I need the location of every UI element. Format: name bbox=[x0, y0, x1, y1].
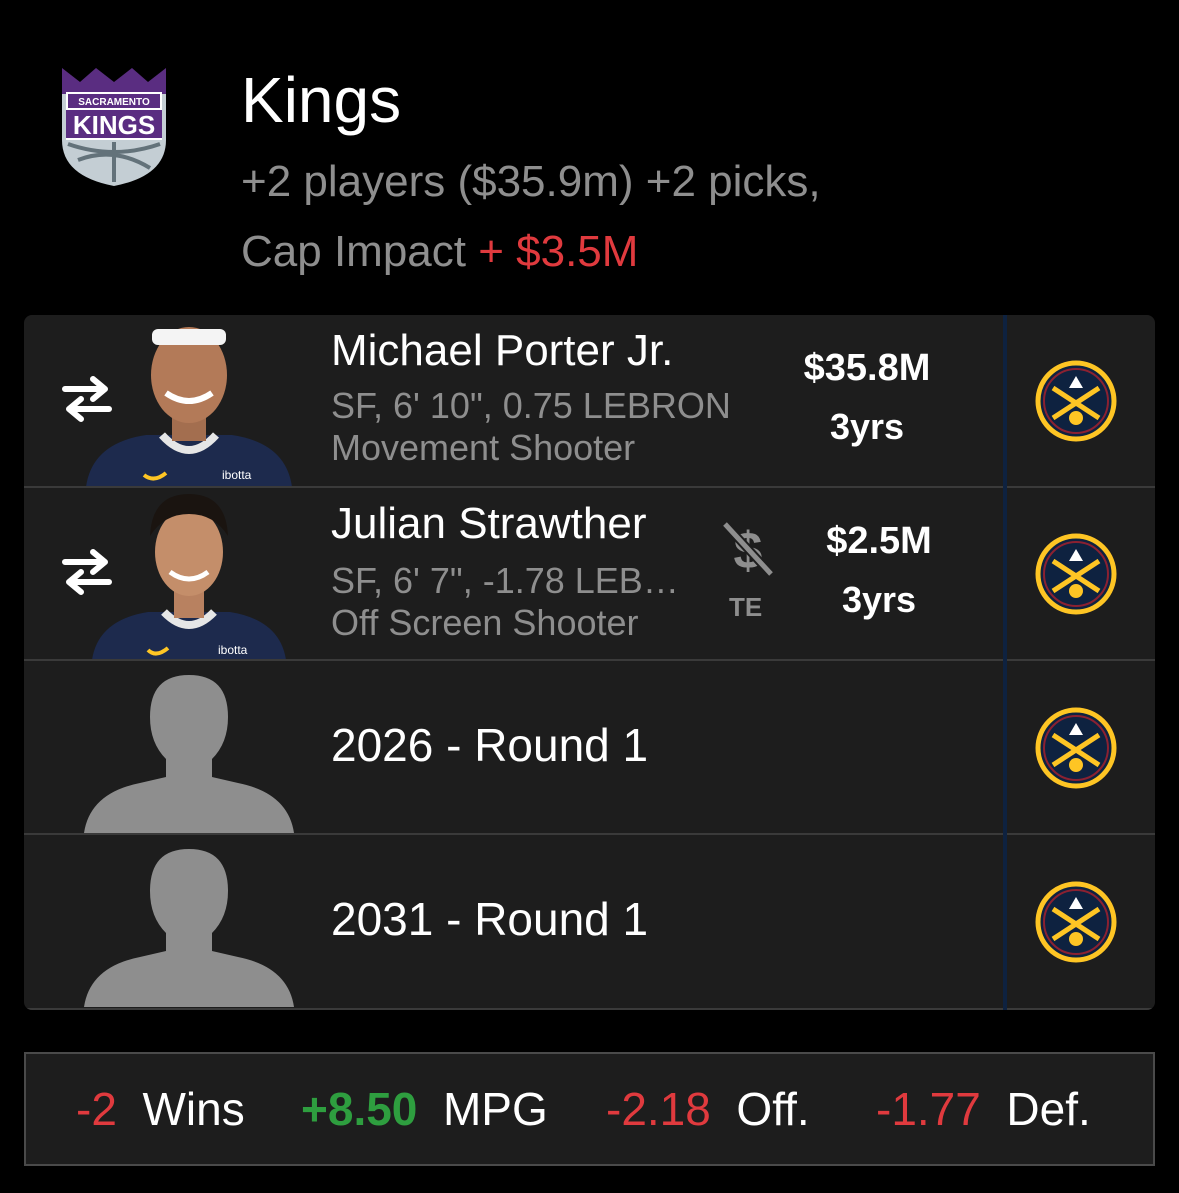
cap-impact-label: Cap Impact bbox=[241, 227, 479, 276]
denver-nuggets-logo bbox=[1035, 533, 1117, 615]
sacramento-kings-logo: SACRAMENTO KINGS bbox=[62, 68, 166, 186]
no-dollar-icon: $ bbox=[721, 520, 775, 580]
player-row[interactable]: ibotta Julian Strawther SF, 6' 7", -1.78… bbox=[24, 488, 1155, 660]
silhouette-icon bbox=[84, 675, 294, 833]
svg-text:KINGS: KINGS bbox=[73, 110, 155, 140]
off-stat: -2.18 Off. bbox=[606, 1082, 810, 1136]
player-row[interactable]: ibotta Michael Porter Jr. SF, 6' 10", 0.… bbox=[24, 315, 1155, 487]
svg-text:SACRAMENTO: SACRAMENTO bbox=[78, 97, 150, 108]
team-title: Kings bbox=[241, 64, 402, 136]
contract-years: 3yrs bbox=[829, 406, 905, 447]
wins-label: Wins bbox=[142, 1083, 245, 1135]
player-info: SF, 6' 7", -1.78 LEB… bbox=[331, 560, 679, 601]
denver-nuggets-logo bbox=[1035, 360, 1117, 442]
pick-row[interactable]: 2031 - Round 1 bbox=[24, 835, 1155, 1007]
player-role: Movement Shooter bbox=[331, 427, 636, 468]
player-info: SF, 6' 10", 0.75 LEBRON bbox=[331, 385, 731, 426]
te-label: TE bbox=[729, 592, 763, 622]
impact-stats-bar: -2 Wins +8.50 MPG -2.18 Off. -1.77 Def. bbox=[24, 1052, 1155, 1166]
trade-assets-list: ibotta Michael Porter Jr. SF, 6' 10", 0.… bbox=[24, 315, 1155, 1010]
wins-value: -2 bbox=[76, 1083, 117, 1135]
player-photo: ibotta bbox=[92, 494, 286, 660]
mpg-label: MPG bbox=[442, 1083, 548, 1135]
wins-stat: -2 Wins bbox=[76, 1082, 245, 1136]
pick-label[interactable]: 2026 - Round 1 bbox=[331, 717, 648, 773]
player-photo: ibotta bbox=[86, 327, 292, 487]
def-stat: -1.77 Def. bbox=[876, 1082, 1091, 1136]
pick-label[interactable]: 2031 - Round 1 bbox=[331, 891, 648, 947]
pick-row[interactable]: 2026 - Round 1 bbox=[24, 661, 1155, 833]
svg-text:ibotta: ibotta bbox=[222, 468, 252, 482]
svg-text:ibotta: ibotta bbox=[218, 643, 248, 657]
row-divider bbox=[24, 1008, 1155, 1010]
mpg-stat: +8.50 MPG bbox=[301, 1082, 548, 1136]
player-salary: $35.8M bbox=[803, 347, 931, 389]
player-role: Off Screen Shooter bbox=[331, 602, 639, 643]
def-value: -1.77 bbox=[876, 1083, 981, 1135]
cap-impact: Cap Impact + $3.5M bbox=[241, 226, 638, 278]
cap-impact-value: + $3.5M bbox=[478, 227, 639, 276]
mpg-value: +8.50 bbox=[301, 1083, 418, 1135]
player-name[interactable]: Julian Strawther bbox=[331, 498, 646, 550]
player-name[interactable]: Michael Porter Jr. bbox=[331, 325, 673, 377]
denver-nuggets-logo bbox=[1035, 881, 1117, 963]
def-label: Def. bbox=[1006, 1083, 1091, 1135]
silhouette-icon bbox=[84, 849, 294, 1007]
player-salary: $2.5M bbox=[826, 520, 932, 562]
team-column-separator bbox=[1003, 315, 1007, 1010]
contract-years: 3yrs bbox=[841, 579, 917, 620]
off-label: Off. bbox=[736, 1083, 810, 1135]
off-value: -2.18 bbox=[606, 1083, 711, 1135]
denver-nuggets-logo bbox=[1035, 707, 1117, 789]
trade-summary: +2 players ($35.9m) +2 picks, bbox=[241, 157, 821, 206]
